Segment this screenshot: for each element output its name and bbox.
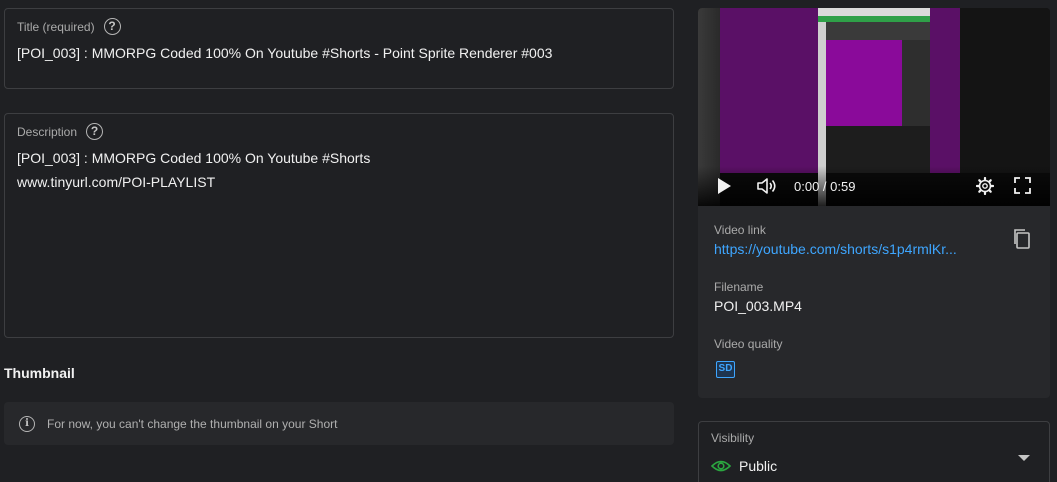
description-line: [POI_003] : MMORPG Coded 100% On Youtube… [17, 150, 371, 166]
video-controls-bar [698, 166, 1050, 206]
video-player[interactable]: 0:00 / 0:59 [698, 8, 1050, 206]
caret-down-icon[interactable] [1018, 455, 1030, 461]
help-circle-icon[interactable]: ? [86, 123, 104, 140]
thumbnail-heading: Thumbnail [4, 365, 75, 381]
description-label: Description [17, 124, 78, 139]
filename-value: POI_003.MP4 [714, 298, 802, 314]
visibility-dropdown[interactable]: Visibility Public [698, 421, 1050, 482]
title-field[interactable]: Title (required) ? [POI_003] : MMORPG Co… [4, 8, 674, 89]
description-line: www.tinyurl.com/POI-PLAYLIST [17, 174, 216, 190]
video-frame-region [930, 8, 960, 173]
play-icon[interactable] [718, 178, 731, 194]
description-label-row: Description ? [17, 123, 104, 140]
copy-icon[interactable] [1012, 228, 1032, 250]
video-link[interactable]: https://youtube.com/shorts/s1p4rmlKr... [714, 241, 986, 257]
info-icon: i [19, 415, 35, 432]
eye-icon [711, 460, 731, 472]
visibility-label: Visibility [711, 431, 755, 445]
filename-label: Filename [714, 280, 764, 294]
visibility-value: Public [739, 458, 778, 474]
video-details-page: Title (required) ? [POI_003] : MMORPG Co… [0, 0, 1057, 482]
title-label-row: Title (required) ? [17, 18, 121, 35]
video-frame-region [826, 22, 930, 40]
help-circle-icon[interactable]: ? [103, 18, 121, 35]
description-field[interactable]: Description ? [POI_003] : MMORPG Coded 1… [4, 113, 674, 338]
video-frame-region [826, 40, 902, 126]
volume-icon[interactable] [756, 176, 778, 196]
thumbnail-notice-text: For now, you can't change the thumbnail … [47, 416, 338, 431]
video-frame-region [818, 8, 930, 16]
video-preview-card: 0:00 / 0:59 Video link https://youtube.c… [698, 8, 1050, 398]
gear-icon[interactable] [976, 177, 994, 195]
title-input[interactable]: [POI_003] : MMORPG Coded 100% On Youtube… [17, 41, 661, 65]
video-frame-region [902, 40, 930, 126]
description-input[interactable]: [POI_003] : MMORPG Coded 100% On Youtube… [17, 146, 661, 194]
video-link-label: Video link [714, 223, 766, 237]
video-frame-region [960, 8, 1050, 173]
quality-badge: SD [716, 361, 735, 378]
video-quality-label: Video quality [714, 337, 783, 351]
fullscreen-icon[interactable] [1014, 177, 1031, 194]
title-label: Title (required) [17, 19, 95, 34]
video-frame-region [720, 8, 820, 173]
thumbnail-notice: i For now, you can't change the thumbnai… [4, 402, 674, 445]
video-time: 0:00 / 0:59 [794, 179, 856, 194]
